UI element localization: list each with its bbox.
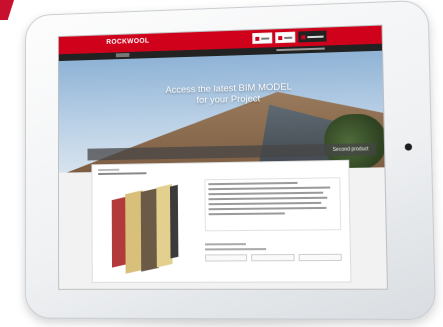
second-product-button[interactable]: Second product xyxy=(329,145,371,154)
product-card-header xyxy=(98,168,147,175)
home-button[interactable] xyxy=(404,143,413,151)
file-option[interactable] xyxy=(298,253,342,262)
hero-title: Access the latest BIM MODEL for your Pro… xyxy=(155,81,304,107)
product-image xyxy=(111,184,181,274)
download-section xyxy=(204,243,342,262)
product-description xyxy=(204,177,342,232)
file-options xyxy=(205,253,342,262)
nav-item[interactable] xyxy=(115,52,130,58)
file-option[interactable] xyxy=(251,254,295,262)
header-button-2[interactable] xyxy=(275,31,296,44)
corner-ribbon xyxy=(0,0,14,20)
nav-right-links[interactable] xyxy=(276,47,325,52)
product-card xyxy=(91,159,352,283)
header-button-1[interactable] xyxy=(252,32,273,44)
brand-logo[interactable]: ROCKWOOL xyxy=(106,38,149,46)
header-actions xyxy=(252,30,327,44)
tablet-screen: ROCKWOOL Access the latest BIM MODEL for… xyxy=(57,24,388,290)
header-button-3[interactable] xyxy=(298,30,327,43)
file-option[interactable] xyxy=(205,254,248,262)
tablet-device: ROCKWOOL Access the latest BIM MODEL for… xyxy=(24,0,437,321)
